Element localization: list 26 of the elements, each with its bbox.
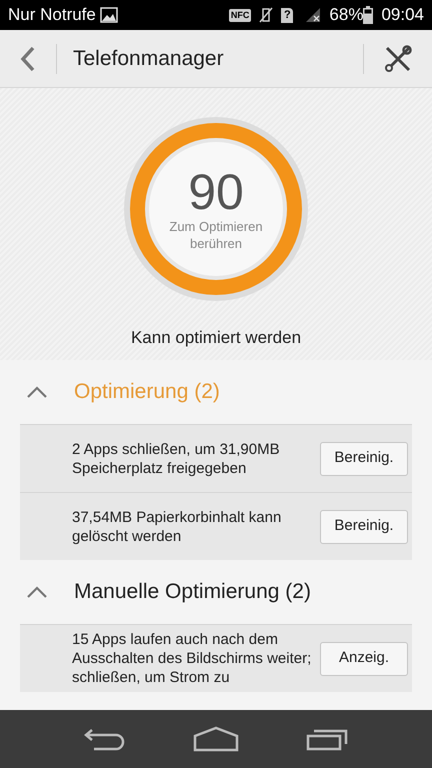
row-text: 2 Apps schließen, um 31,90MB Speicherplatz freigegeben [72, 440, 281, 478]
nfc-badge: NFC [228, 8, 252, 22]
recent-apps-icon[interactable] [306, 727, 348, 751]
back-icon[interactable] [84, 727, 126, 751]
action-button[interactable]: Anzeig. [320, 642, 408, 676]
battery-percent: 68% [329, 4, 364, 26]
chevron-up-icon [26, 385, 48, 399]
battery-icon [363, 6, 374, 24]
optimize-gauge[interactable]: 90 Zum Optimieren berühren [124, 117, 308, 301]
home-icon[interactable] [192, 726, 239, 752]
action-button[interactable]: Bereinig. [320, 510, 408, 544]
status-text: Kann optimiert werden [130, 327, 302, 349]
row-text: 15 Apps laufen auch nach dem Ausschalten des Bildschirms weiter; schließen, um Strom zu [72, 630, 312, 687]
row-text: 37,54MB Papierkorbinhalt kann gelöscht werden [72, 508, 282, 546]
sim-badge: ? [281, 8, 294, 22]
signal-icon [305, 7, 322, 23]
vibrate-off-icon [259, 7, 274, 23]
screen-title: Telefonmanager [73, 46, 225, 72]
chevron-up-icon [26, 585, 48, 599]
image-icon [100, 7, 118, 23]
carrier-text: Nur Notrufe [8, 4, 96, 26]
tools-icon [384, 44, 412, 72]
action-button[interactable]: Bereinig. [320, 442, 408, 476]
section-header[interactable]: Manuelle Optimierung (2) [0, 560, 432, 624]
clock-text: 09:04 [381, 4, 424, 26]
back-icon [20, 46, 36, 72]
